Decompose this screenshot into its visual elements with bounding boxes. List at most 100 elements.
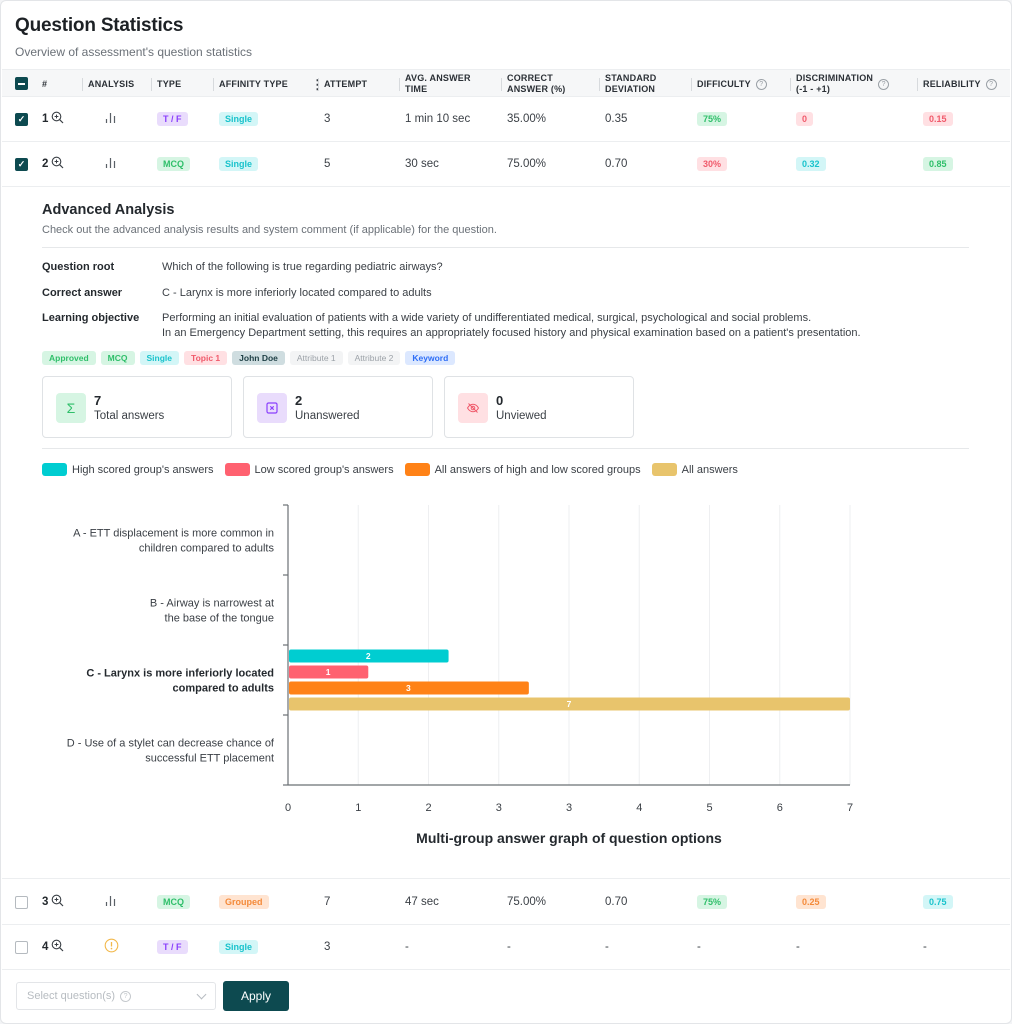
- table-row[interactable]: ✓ 1 T / F Single 3 1 min 10 sec 35.00% 0.35 75% 0…: [2, 97, 1010, 142]
- warning-circle-icon[interactable]: [104, 938, 119, 956]
- zoom-in-icon[interactable]: [51, 111, 64, 127]
- affinity-cell: Single: [219, 142, 259, 186]
- table-header: # ANALYSIS TYPE AFFINITY TYPE ⋮ ATTEMPT …: [2, 69, 1010, 97]
- advanced-analysis-title: Advanced Analysis: [42, 202, 175, 218]
- num-cell: 3: [42, 880, 64, 924]
- x-tick-label: 2: [425, 802, 431, 814]
- tag-topic: Topic 1: [184, 351, 228, 365]
- help-icon[interactable]: ?: [755, 78, 767, 90]
- legend-item[interactable]: All answers: [651, 463, 738, 476]
- col-affinity-type[interactable]: AFFINITY TYPE: [213, 70, 288, 98]
- std-cell: 0.35: [605, 97, 627, 141]
- type-cell: MCQ: [157, 142, 190, 186]
- answer-bar-chart: 0 1 2 3 3 4 5 6 7 A - ETT displacement is more co…: [67, 504, 853, 846]
- learning-objective-line-2: In an Emergency Department setting, this…: [162, 327, 861, 339]
- reliability-cell: 0.85: [923, 142, 953, 186]
- bar-chart-icon[interactable]: [104, 894, 118, 910]
- learning-objective-line-1: Performing an initial evaluation of pati…: [162, 312, 812, 324]
- table-row[interactable]: 3 MCQ Grouped 7 47 sec 75.00% 0.70 75% 0.25 0.75: [2, 880, 1010, 925]
- select-all-checkbox[interactable]: [15, 77, 28, 90]
- legend-swatch: [224, 463, 250, 476]
- sigma-icon: Σ: [56, 393, 86, 423]
- x-square-icon: [257, 393, 287, 423]
- advanced-analysis-subtitle: Check out the advanced analysis results …: [42, 224, 497, 236]
- col-correct-answer[interactable]: CORRECT ANSWER (%): [501, 70, 566, 98]
- help-icon[interactable]: ?: [985, 78, 997, 90]
- stat-value: 7: [94, 393, 102, 408]
- col-reliability-label: RELIABILITY: [923, 78, 981, 89]
- col-correct-label-2: ANSWER (%): [507, 84, 566, 94]
- question-number: 2: [42, 158, 49, 170]
- discrimination-cell: 0.32: [796, 142, 826, 186]
- legend-item[interactable]: Low scored group's answers: [224, 463, 394, 476]
- col-num[interactable]: #: [42, 70, 47, 98]
- col-type[interactable]: TYPE: [151, 70, 182, 98]
- col-type-label: TYPE: [157, 78, 182, 89]
- help-icon[interactable]: ?: [878, 78, 890, 90]
- attempt-value: 3: [324, 113, 331, 125]
- chevron-down-icon: [196, 989, 207, 1000]
- discrimination-cell: 0: [796, 97, 814, 141]
- col-attempt-label: ATTEMPT: [324, 78, 368, 89]
- tag-type: MCQ: [100, 351, 135, 365]
- zoom-in-icon[interactable]: [51, 939, 64, 955]
- col-attempt[interactable]: ATTEMPT: [318, 70, 368, 98]
- row-checkbox[interactable]: ✓: [15, 113, 28, 126]
- x-tick-label: 7: [847, 802, 853, 814]
- col-analysis-label: ANALYSIS: [88, 78, 135, 89]
- difficulty-cell: 30%: [697, 142, 728, 186]
- question-number: 1: [42, 113, 49, 125]
- discrimination-cell: -: [796, 925, 800, 969]
- bar-chart-icon[interactable]: [104, 156, 118, 172]
- apply-button[interactable]: Apply: [223, 981, 289, 1011]
- help-icon[interactable]: ?: [120, 990, 132, 1002]
- row-checkbox[interactable]: [15, 896, 28, 909]
- page-subtitle: Overview of assessment's question statis…: [15, 45, 253, 59]
- tag-affinity: Single: [139, 351, 180, 365]
- stat-value: 0: [496, 393, 504, 408]
- reliability-badge: 0.85: [923, 157, 953, 171]
- bar-chart-icon[interactable]: [104, 111, 118, 127]
- avg-time-value: 47 sec: [405, 896, 439, 908]
- legend-item[interactable]: All answers of high and low scored group…: [404, 463, 641, 476]
- table-row[interactable]: 4 T / F Single 3 - - - - - -: [2, 925, 1010, 970]
- stat-label: Unanswered: [295, 410, 360, 422]
- col-standard-deviation[interactable]: STANDARD DEVIATION: [599, 70, 656, 98]
- analysis-cell: [104, 142, 118, 186]
- correct-value: -: [507, 941, 511, 953]
- row-checkbox[interactable]: [15, 941, 28, 954]
- category-label: C - Larynx is more inferiorly located: [86, 668, 274, 680]
- legend-item[interactable]: High scored group's answers: [42, 463, 214, 476]
- affinity-cell: Single: [219, 925, 259, 969]
- learning-objective-value: Performing an initial evaluation of pati…: [162, 311, 982, 341]
- question-number: 4: [42, 941, 49, 953]
- col-avg-answer-time[interactable]: AVG. ANSWER TIME: [399, 70, 471, 98]
- select-questions-dropdown[interactable]: Select question(s) ?: [16, 982, 216, 1010]
- affinity-cell: Grouped: [219, 880, 269, 924]
- legend-label: All answers of high and low scored group…: [434, 463, 641, 476]
- bar-value-label: 1: [326, 667, 331, 677]
- category-label: children compared to adults: [139, 543, 275, 555]
- x-tick-label: 3: [566, 802, 572, 814]
- col-difficulty[interactable]: DIFFICULTY?: [691, 70, 767, 98]
- difficulty-badge: 30%: [697, 157, 728, 171]
- question-root-label: Question root: [42, 261, 115, 273]
- tag-author: John Doe: [232, 351, 285, 365]
- category-label: A - ETT displacement is more common in: [73, 528, 274, 540]
- std-cell: 0.70: [605, 142, 627, 186]
- zoom-in-icon[interactable]: [51, 156, 64, 172]
- col-discrimination[interactable]: DISCRIMINATION (-1 - +1)?: [790, 70, 890, 98]
- row-checkbox[interactable]: ✓: [15, 158, 28, 171]
- num-cell: 1: [42, 97, 64, 141]
- avg-time-cell: -: [405, 925, 409, 969]
- table-row[interactable]: ✓ 2 MCQ Single 5 30 sec 75.00% 0.70 30% 0.32 0.85: [2, 142, 1010, 187]
- category-label: D - Use of a stylet can decrease chance …: [67, 738, 275, 750]
- col-reliability[interactable]: RELIABILITY?: [917, 70, 997, 98]
- affinity-badge: Grouped: [219, 895, 269, 909]
- col-analysis[interactable]: ANALYSIS: [82, 70, 135, 98]
- std-value: 0.70: [605, 158, 628, 170]
- attempt-value: 3: [324, 941, 331, 953]
- legend-label: Low scored group's answers: [254, 463, 394, 476]
- question-tags: Approved MCQ Single Topic 1 John Doe Att…: [42, 351, 456, 365]
- zoom-in-icon[interactable]: [51, 894, 64, 910]
